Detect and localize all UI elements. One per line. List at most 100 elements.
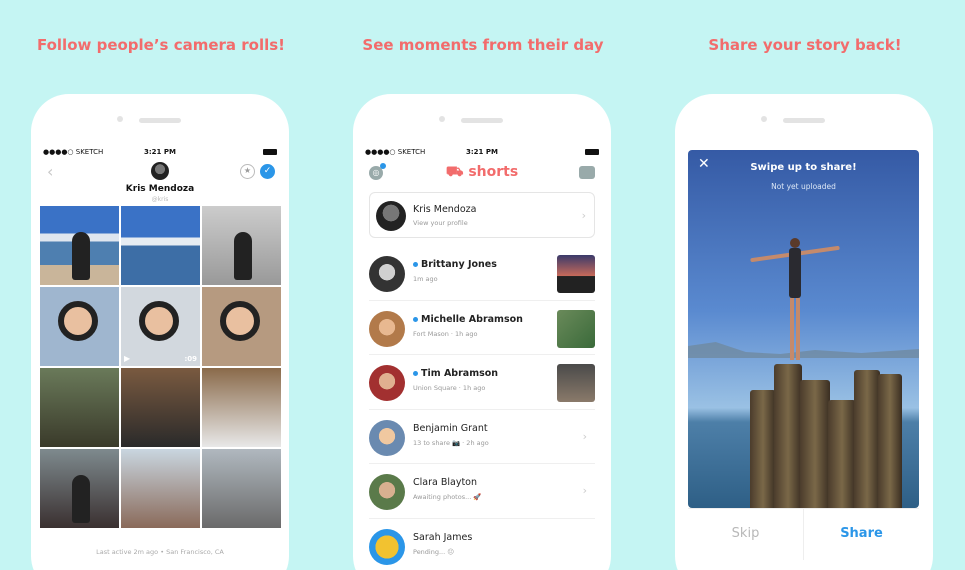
front-camera <box>761 116 767 122</box>
battery-icon <box>263 149 277 155</box>
list-item[interactable]: Benjamin Grant 13 to share 📷 · 2h ago › <box>369 410 595 464</box>
my-name: Kris Mendoza <box>413 204 477 215</box>
contact-name: Brittany Jones <box>413 259 497 270</box>
profile-name: Kris Mendoza <box>125 184 195 194</box>
contact-name: Clara Blayton <box>413 477 477 488</box>
list-item[interactable]: Sarah James Pending... 😐 <box>369 519 595 570</box>
headline-camera-rolls: Follow people’s camera rolls! <box>36 36 286 54</box>
view-profile-link: View your profile <box>413 219 468 227</box>
unread-dot <box>413 316 418 322</box>
star-icon[interactable]: ★ <box>240 164 255 179</box>
list-item[interactable]: Brittany Jones 1m ago <box>369 246 595 301</box>
unread-dot <box>413 371 418 376</box>
photo-tile[interactable] <box>40 449 119 528</box>
speaker <box>461 118 503 123</box>
story-preview[interactable]: ✕ Swipe up to share! Not yet uploaded <box>688 150 919 508</box>
photo-subject <box>234 232 252 280</box>
photo-subject <box>72 475 90 523</box>
wooden-pilings <box>750 364 906 508</box>
speaker <box>139 118 181 123</box>
app-logo: ⛟ shorts <box>445 164 519 180</box>
skip-button[interactable]: Skip <box>688 509 804 560</box>
status-time: 3:21 PM <box>466 148 498 156</box>
last-active-text: Last active 2m ago • San Francisco, CA <box>96 548 224 556</box>
video-tile[interactable]: ▶:09 <box>121 287 200 366</box>
avatar <box>369 419 405 456</box>
front-camera <box>117 116 123 122</box>
avatar <box>369 528 405 565</box>
person-figure <box>750 238 840 360</box>
contact-meta: Union Square · 1h ago <box>413 384 486 392</box>
speaker <box>783 118 825 123</box>
chevron-right-icon: › <box>582 429 587 443</box>
photo-tile[interactable] <box>202 206 281 285</box>
contact-meta: Pending... 😐 <box>413 547 455 556</box>
story-thumbnail <box>557 309 595 348</box>
battery-icon <box>585 149 599 155</box>
person-head <box>790 238 800 248</box>
photo-tile[interactable] <box>202 449 281 528</box>
piling <box>854 370 880 508</box>
contact-name: Michelle Abramson <box>413 314 523 325</box>
photo-tile[interactable] <box>40 368 119 447</box>
contact-name-text: Brittany Jones <box>421 259 497 270</box>
checkmark-icon[interactable]: ✓ <box>260 164 275 179</box>
piling <box>750 390 776 508</box>
photo-subject <box>139 301 179 341</box>
contact-name: Benjamin Grant <box>413 422 488 434</box>
chevron-right-icon: › <box>581 209 586 222</box>
unread-dot <box>413 262 418 267</box>
photo-subject <box>220 301 260 341</box>
contact-name-text: Tim Abramson <box>421 368 499 379</box>
photo-subject <box>72 232 90 280</box>
contact-name: Tim Abramson <box>413 368 498 379</box>
my-profile-card[interactable]: Kris Mendoza View your profile › <box>369 192 595 238</box>
message-icon[interactable] <box>579 166 595 179</box>
piling <box>774 364 802 508</box>
contact-meta: Fort Mason · 1h ago <box>413 329 478 338</box>
story-thumbnail <box>557 255 595 293</box>
feed-nav: ◎ ⛟ shorts <box>361 160 603 188</box>
phone-share-story: ✕ Swipe up to share! Not yet uploaded Sk… <box>675 94 933 570</box>
upload-status: Not yet uploaded <box>771 182 836 191</box>
headline-moments: See moments from their day <box>362 36 604 54</box>
photo-tile[interactable] <box>121 206 200 285</box>
status-bar: ●●●●○ SKETCH 3:21 PM <box>39 144 281 160</box>
profile-screen: ●●●●○ SKETCH 3:21 PM ‹ Kris Mendoza @kri… <box>39 144 281 570</box>
contact-meta: 1m ago <box>413 275 438 283</box>
story-thumbnail <box>557 364 595 402</box>
photo-tile[interactable] <box>40 206 119 285</box>
avatar <box>369 474 405 510</box>
photo-tile[interactable] <box>121 449 200 528</box>
person-legs <box>790 298 800 360</box>
contact-meta: Awaiting photos... 🚀 <box>413 493 482 501</box>
back-chevron-icon[interactable]: ‹ <box>47 162 53 181</box>
story-actions: Skip Share <box>688 508 919 560</box>
photo-tile[interactable] <box>202 287 281 366</box>
contact-meta: 13 to share 📷 · 2h ago <box>413 438 489 447</box>
photo-tile[interactable] <box>40 287 119 366</box>
headline-share-story: Share your story back! <box>708 36 902 54</box>
share-button[interactable]: Share <box>804 509 919 560</box>
photo-tile[interactable] <box>121 368 200 447</box>
person-body <box>789 248 801 298</box>
feed-screen: ●●●●○ SKETCH 3:21 PM ◎ ⛟ shorts Kris Men… <box>361 144 603 570</box>
phone-moments: ●●●●○ SKETCH 3:21 PM ◎ ⛟ shorts Kris Men… <box>353 94 611 570</box>
avatar <box>369 310 405 347</box>
photo-tile[interactable] <box>202 368 281 447</box>
swipe-up-title: Swipe up to share! <box>750 162 857 173</box>
contact-name: Sarah James <box>413 531 473 543</box>
list-item[interactable]: Clara Blayton Awaiting photos... 🚀 › <box>369 464 595 519</box>
logo-text: shorts <box>468 164 519 180</box>
avatar <box>369 256 405 292</box>
avatar <box>369 365 405 401</box>
photo-subject <box>58 301 98 341</box>
profile-handle: @kris <box>151 196 169 203</box>
avatar <box>151 162 169 180</box>
list-item[interactable]: Tim Abramson Union Square · 1h ago <box>369 355 595 410</box>
list-item[interactable]: Michelle Abramson Fort Mason · 1h ago <box>369 301 595 355</box>
contact-name-text: Michelle Abramson <box>421 313 523 325</box>
chevron-right-icon: › <box>582 484 587 497</box>
front-camera <box>439 116 445 122</box>
status-bar: ●●●●○ SKETCH 3:21 PM <box>361 144 603 160</box>
